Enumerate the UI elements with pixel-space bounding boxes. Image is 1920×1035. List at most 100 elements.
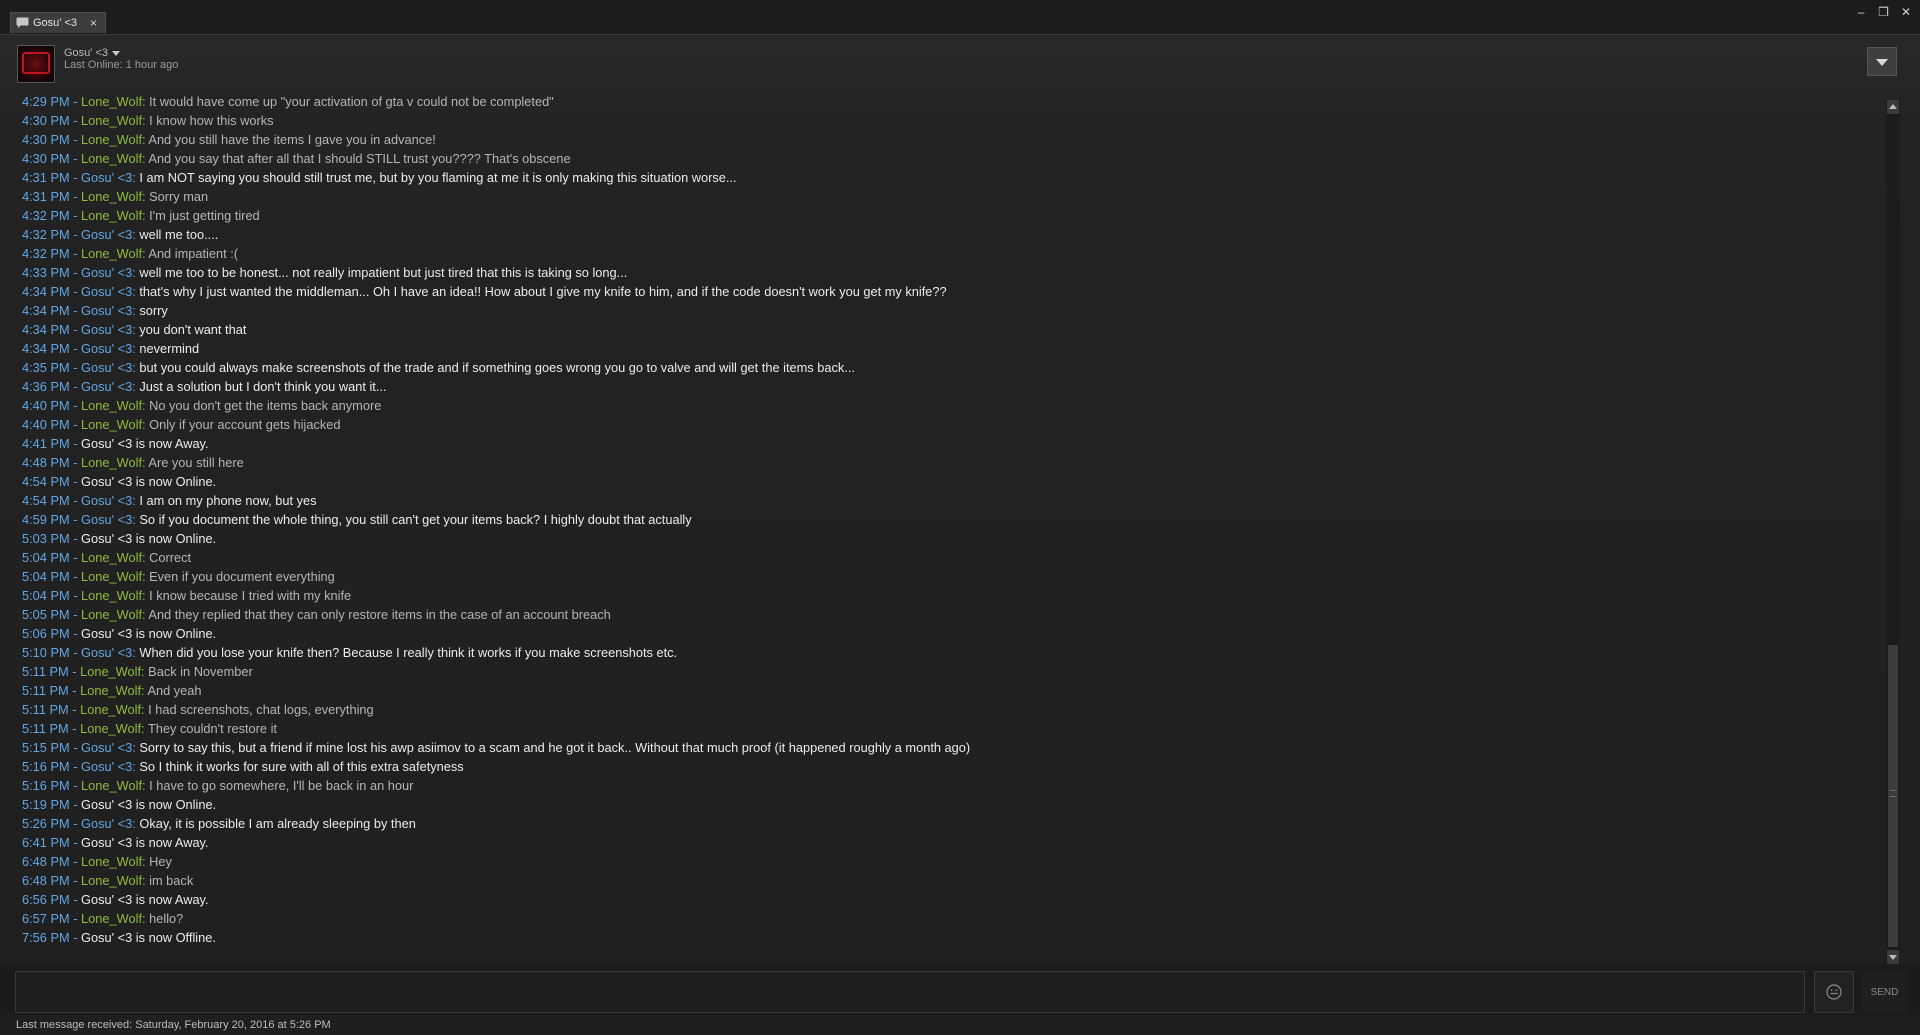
message-timestamp: 4:59 PM: [22, 512, 70, 527]
timestamp-separator: -: [69, 208, 82, 223]
chat-message: 6:57 PM - Lone_Wolf: hello?: [22, 909, 1882, 928]
message-text: Hey: [149, 854, 172, 869]
caret-down-icon[interactable]: [112, 50, 120, 56]
friend-name-row[interactable]: Gosu' <3: [64, 47, 120, 59]
options-dropdown-button[interactable]: [1867, 47, 1897, 76]
message-timestamp: 4:40 PM: [22, 417, 70, 432]
message-timestamp: 4:34 PM: [22, 284, 70, 299]
send-button[interactable]: SEND: [1862, 971, 1907, 1013]
message-sender: Lone_Wolf: [80, 664, 142, 679]
timestamp-separator: -: [69, 531, 82, 546]
message-sender: Lone_Wolf: [81, 398, 142, 413]
system-text: Gosu' <3 is now Online.: [81, 474, 217, 489]
message-timestamp: 5:04 PM: [22, 569, 70, 584]
message-sender: Lone_Wolf: [81, 208, 142, 223]
message-text: hello?: [149, 911, 184, 926]
chat-scrollbar[interactable]: [1886, 100, 1900, 964]
tab-chat[interactable]: Gosu' <3 ×: [10, 12, 106, 33]
timestamp-separator: -: [69, 322, 82, 337]
scroll-thumb[interactable]: [1888, 645, 1898, 947]
tab-bar: Gosu' <3 × – ❐ ✕: [0, 0, 1920, 35]
message-text: So I think it works for sure with all of…: [139, 759, 464, 774]
chat-message: 4:48 PM - Lone_Wolf: Are you still here: [22, 453, 1882, 472]
message-text: When did you lose your knife then? Becau…: [139, 645, 678, 660]
message-timestamp: 4:34 PM: [22, 341, 70, 356]
timestamp-separator: -: [69, 113, 82, 128]
tab-close-icon[interactable]: ×: [90, 13, 97, 33]
message-sender: Lone_Wolf: [81, 113, 142, 128]
message-text: Okay, it is possible I am already sleepi…: [139, 816, 416, 831]
friend-status: Last Online: 1 hour ago: [64, 59, 179, 71]
timestamp-separator: -: [69, 873, 82, 888]
message-text: that's why I just wanted the middleman..…: [139, 284, 947, 299]
friend-name: Gosu' <3: [64, 47, 108, 59]
timestamp-separator: -: [69, 512, 82, 527]
message-timestamp: 4:36 PM: [22, 379, 70, 394]
message-timestamp: 4:30 PM: [22, 113, 70, 128]
message-sender: Lone_Wolf: [80, 721, 142, 736]
message-timestamp: 4:34 PM: [22, 322, 70, 337]
message-sender: Lone_Wolf: [80, 702, 142, 717]
message-text: And impatient :(: [148, 246, 239, 261]
timestamp-separator: -: [69, 550, 82, 565]
message-text: They couldn't restore it: [147, 721, 277, 736]
message-sender: Gosu' <3: [81, 322, 133, 337]
message-sender: Gosu' <3: [81, 740, 133, 755]
message-timestamp: 5:04 PM: [22, 550, 70, 565]
chat-message: 4:35 PM - Gosu' <3: but you could always…: [22, 358, 1882, 377]
system-message: 4:41 PM - Gosu' <3 is now Away.: [22, 434, 1882, 453]
avatar[interactable]: [17, 45, 55, 83]
chat-message: 4:31 PM - Gosu' <3: I am NOT saying you …: [22, 168, 1882, 187]
timestamp-separator: -: [69, 455, 82, 470]
message-text: sorry: [139, 303, 168, 318]
message-timestamp: 5:11 PM: [22, 721, 69, 736]
chat-message: 4:40 PM - Lone_Wolf: No you don't get th…: [22, 396, 1882, 415]
timestamp-separator: -: [69, 417, 82, 432]
message-sender: Gosu' <3: [81, 512, 133, 527]
scroll-down-icon[interactable]: [1887, 950, 1899, 964]
timestamp-separator: -: [69, 94, 82, 109]
timestamp-separator: -: [69, 892, 82, 907]
chat-input[interactable]: [15, 971, 1805, 1013]
chat-log[interactable]: 4:29 PM - Lone_Wolf: It would have come …: [22, 92, 1882, 962]
message-timestamp: 4:29 PM: [22, 94, 70, 109]
close-icon[interactable]: ✕: [1898, 3, 1914, 21]
message-timestamp: 6:48 PM: [22, 873, 70, 888]
message-timestamp: 5:11 PM: [22, 702, 69, 717]
message-timestamp: 5:11 PM: [22, 683, 69, 698]
grip-icon: [1890, 790, 1896, 797]
restore-icon[interactable]: ❐: [1876, 3, 1892, 21]
message-sender: Gosu' <3: [81, 303, 133, 318]
message-timestamp: 4:32 PM: [22, 246, 70, 261]
message-text: Even if you document everything: [149, 569, 335, 584]
message-timestamp: 4:32 PM: [22, 208, 70, 223]
message-sender: Gosu' <3: [81, 341, 133, 356]
system-text: Gosu' <3 is now Offline.: [81, 930, 216, 945]
timestamp-separator: -: [69, 854, 82, 869]
message-timestamp: 6:48 PM: [22, 854, 70, 869]
message-sender: Lone_Wolf: [81, 550, 142, 565]
scroll-up-icon[interactable]: [1887, 100, 1899, 114]
last-message-status: Last message received: Saturday, Februar…: [16, 1019, 331, 1031]
message-timestamp: 6:57 PM: [22, 911, 70, 926]
chat-message: 4:34 PM - Gosu' <3: sorry: [22, 301, 1882, 320]
message-sender: Lone_Wolf: [81, 132, 142, 147]
system-message: 4:54 PM - Gosu' <3 is now Online.: [22, 472, 1882, 491]
chat-message: 4:32 PM - Gosu' <3: well me too....: [22, 225, 1882, 244]
timestamp-separator: -: [69, 284, 82, 299]
message-sender: Lone_Wolf: [81, 607, 142, 622]
message-sender: Lone_Wolf: [81, 151, 142, 166]
message-timestamp: 5:16 PM: [22, 778, 70, 793]
timestamp-separator: -: [69, 170, 82, 185]
message-timestamp: 5:15 PM: [22, 740, 70, 755]
timestamp-separator: -: [68, 664, 81, 679]
message-text: Sorry to say this, but a friend if mine …: [139, 740, 971, 755]
message-timestamp: 6:41 PM: [22, 835, 70, 850]
smiley-face-icon: [1826, 984, 1842, 1000]
timestamp-separator: -: [69, 569, 82, 584]
message-text: Are you still here: [148, 455, 244, 470]
emoticon-button[interactable]: [1814, 971, 1854, 1013]
message-text: So if you document the whole thing, you …: [139, 512, 692, 527]
system-message: 6:56 PM - Gosu' <3 is now Away.: [22, 890, 1882, 909]
minimize-icon[interactable]: –: [1853, 3, 1869, 21]
